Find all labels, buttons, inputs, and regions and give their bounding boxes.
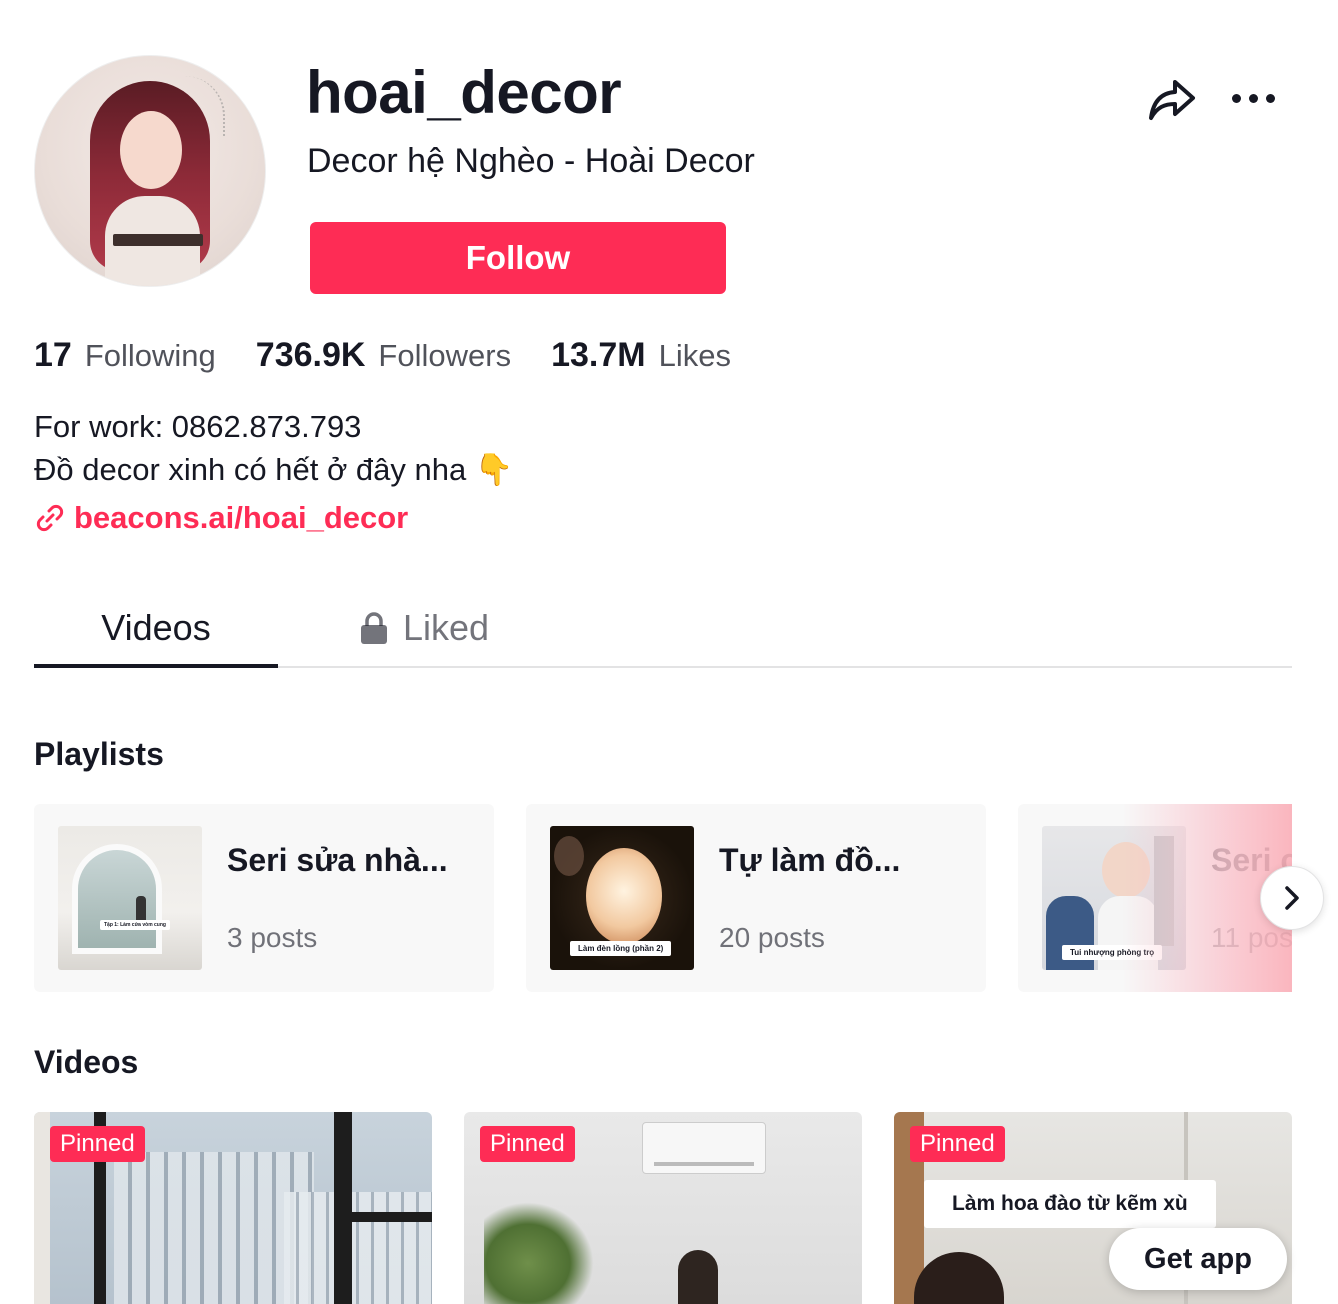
video-caption: Làm hoa đào từ kẽm xù <box>924 1180 1216 1228</box>
tab-videos-label: Videos <box>101 607 211 648</box>
profile-tabs: Videos Liked <box>34 588 1292 668</box>
playlist-title: Seri sửa nhà... <box>227 842 448 878</box>
playlist-card[interactable]: Tập 1: Làm cửa vòm cung Seri sửa nhà... … <box>34 804 494 992</box>
bio-link-text: beacons.ai/hoai_decor <box>74 500 409 535</box>
likes-stat: 13.7M Likes <box>551 336 731 375</box>
playlist-thumbnail: Tập 1: Làm cửa vòm cung <box>58 826 202 970</box>
following-stat[interactable]: 17 Following <box>34 336 216 375</box>
playlist-thumb-caption: Làm đèn lồng (phần 2) <box>570 941 672 956</box>
video-card[interactable]: Pinned <box>464 1112 862 1304</box>
playlist-card[interactable]: Tui nhượng phòng trọ Seri c 11 pos <box>1018 804 1292 992</box>
pinned-badge: Pinned <box>910 1126 1005 1162</box>
link-icon <box>36 504 64 532</box>
playlist-card[interactable]: Làm đèn lồng (phần 2) Tự làm đồ... 20 po… <box>526 804 986 992</box>
likes-label: Likes <box>658 338 731 373</box>
bio-link[interactable]: beacons.ai/hoai_decor <box>34 500 408 536</box>
likes-count: 13.7M <box>551 336 646 374</box>
videos-grid: Pinned Pinned Pinned Làm hoa đào từ kẽm … <box>34 1112 1292 1304</box>
playlists-title: Playlists <box>34 736 164 772</box>
followers-label: Followers <box>378 338 512 373</box>
bio-line-2: Đồ decor xinh có hết ở đây nha 👇 <box>34 452 514 487</box>
playlists-carousel: Tập 1: Làm cửa vòm cung Seri sửa nhà... … <box>34 804 1292 992</box>
avatar-tag <box>113 234 203 246</box>
playlist-title: Tự làm đồ... <box>719 842 901 878</box>
share-icon[interactable] <box>1147 76 1197 122</box>
followers-stat[interactable]: 736.9K Followers <box>256 336 511 375</box>
avatar-ring-decoration <box>185 76 225 136</box>
videos-title: Videos <box>34 1044 139 1080</box>
follow-button[interactable]: Follow <box>310 222 726 294</box>
get-app-button[interactable]: Get app <box>1109 1228 1287 1290</box>
bio-line-1: For work: 0862.873.793 <box>34 409 362 444</box>
more-icon[interactable] <box>1232 86 1280 110</box>
pinned-badge: Pinned <box>50 1126 145 1162</box>
tab-active-indicator <box>34 664 278 668</box>
playlist-thumb-caption: Tui nhượng phòng trọ <box>1062 945 1163 960</box>
lock-icon <box>360 612 387 644</box>
playlist-count: 3 posts <box>227 922 318 953</box>
playlist-thumb-caption: Tập 1: Làm cửa vòm cung <box>100 920 170 930</box>
avatar[interactable] <box>34 55 266 287</box>
bio: For work: 0862.873.793 Đồ decor xinh có … <box>34 405 513 491</box>
followers-count: 736.9K <box>255 336 366 374</box>
username: hoai_decor <box>306 59 622 126</box>
pinned-badge: Pinned <box>480 1126 575 1162</box>
tab-videos[interactable]: Videos <box>34 588 278 668</box>
video-card[interactable]: Pinned <box>34 1112 432 1304</box>
tab-liked-label: Liked <box>402 607 490 648</box>
chevron-right-icon <box>1285 886 1299 910</box>
playlist-thumbnail: Tui nhượng phòng trọ <box>1042 826 1186 970</box>
nickname: Decor hệ Nghèo - Hoài Decor <box>307 142 755 180</box>
tab-liked[interactable]: Liked <box>344 588 504 668</box>
following-label: Following <box>84 338 216 373</box>
stats-row: 17 Following 736.9K Followers 13.7M Like… <box>34 336 771 375</box>
following-count: 17 <box>34 336 72 374</box>
carousel-next-button[interactable] <box>1260 866 1324 930</box>
avatar-face <box>120 111 182 189</box>
playlist-thumbnail: Làm đèn lồng (phần 2) <box>550 826 694 970</box>
playlist-count: 20 posts <box>719 922 825 953</box>
